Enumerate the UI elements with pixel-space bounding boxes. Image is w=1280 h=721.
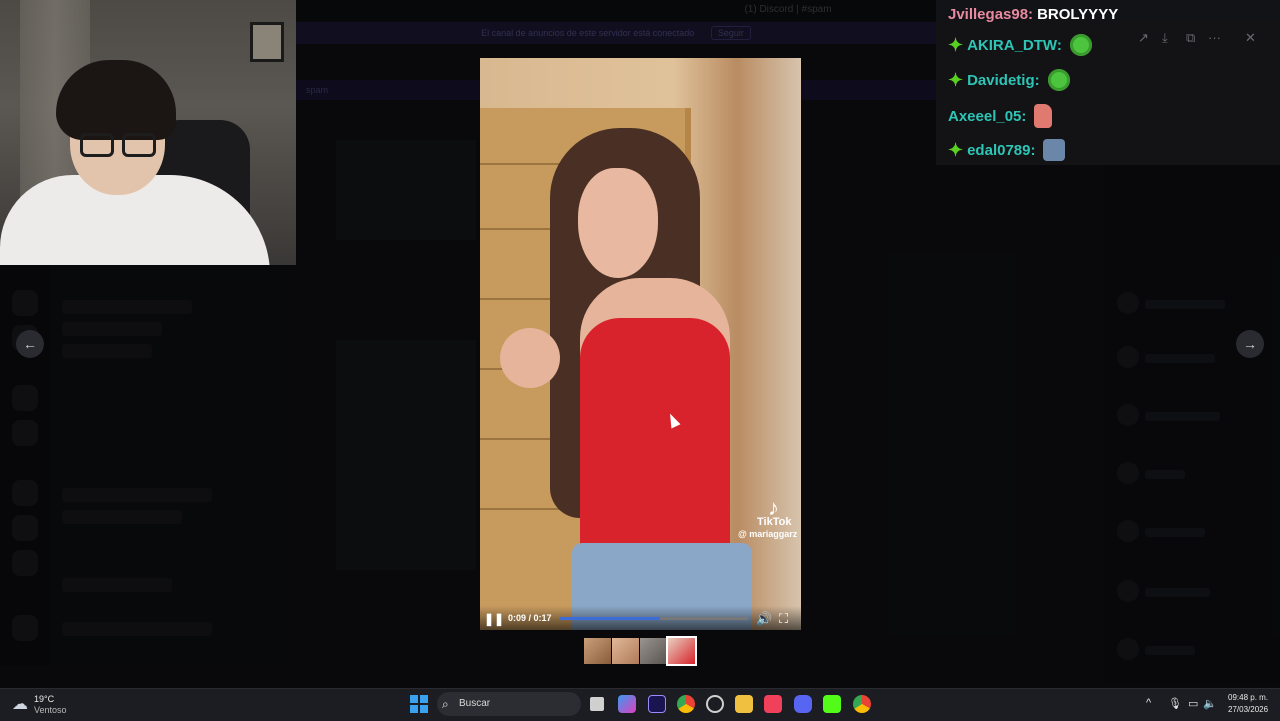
music-icon[interactable]	[764, 695, 782, 713]
glasses	[80, 133, 160, 159]
tiktok-brand: TikTok	[757, 516, 792, 528]
green-face-emote-icon	[1069, 34, 1092, 56]
copilot-icon[interactable]	[618, 695, 636, 713]
tiktok-username: @ mariaggarz	[738, 529, 798, 539]
weather-wind-icon[interactable]: ☁	[12, 694, 28, 714]
windows-taskbar	[0, 688, 1280, 721]
download-icon[interactable]: ⤓	[1162, 30, 1168, 46]
more-options-icon[interactable]: ···	[1208, 30, 1221, 45]
media-thumbnail-active[interactable]	[666, 636, 697, 666]
progress-bar[interactable]	[560, 617, 748, 620]
media-thumbnail-strip	[584, 636, 697, 666]
discord-icon[interactable]	[794, 695, 812, 713]
task-view-icon[interactable]	[590, 697, 604, 711]
premiere-icon[interactable]	[648, 695, 666, 713]
glasses-lens	[122, 133, 156, 157]
chat-text: BROLYYYY	[1037, 6, 1119, 23]
clock-date[interactable]: 27/03/2026	[1228, 705, 1268, 714]
chat-username: Davidetig:	[967, 71, 1040, 89]
speaker-icon[interactable]: 🔈	[1203, 697, 1217, 710]
kick-icon[interactable]	[823, 695, 841, 713]
chat-message: ✦ Davidetig:	[948, 69, 1070, 91]
volume-icon[interactable]: 🔊	[756, 611, 772, 627]
chat-username: edal0789:	[967, 141, 1036, 159]
windows-start-icon[interactable]	[410, 695, 428, 713]
close-icon[interactable]: ✕	[1245, 30, 1256, 46]
sub-badge-icon: ✦	[948, 69, 964, 90]
chevron-up-icon[interactable]: ^	[1146, 697, 1151, 709]
network-icon[interactable]: ▭	[1188, 697, 1198, 710]
media-thumbnail[interactable]	[612, 638, 639, 664]
video-player[interactable]: ♪ TikTok @ mariaggarz	[480, 58, 801, 630]
forward-icon[interactable]: ↗	[1138, 30, 1149, 46]
chat-message: Axeeel_05:	[948, 104, 1053, 128]
file-explorer-icon[interactable]	[735, 695, 753, 713]
chat-username: AKIRA_DTW:	[967, 36, 1062, 54]
search-placeholder: Buscar	[459, 698, 491, 709]
clock-time[interactable]: 09:48 p. m.	[1228, 693, 1268, 702]
red-top	[580, 318, 730, 558]
fullscreen-icon[interactable]: ⛶	[779, 611, 788, 627]
chat-message: ✦ AKIRA_DTW:	[948, 34, 1092, 56]
green-face-emote-icon	[1047, 69, 1070, 91]
chrome-profile-icon[interactable]	[853, 695, 871, 713]
previous-media-button[interactable]: ←	[16, 330, 44, 358]
patrick-emote-icon	[1034, 104, 1053, 128]
glasses-lens	[80, 133, 114, 157]
pause-icon[interactable]: ❚❚	[484, 612, 504, 626]
weather-desc[interactable]: Ventoso	[34, 705, 67, 715]
chat-username: Jvillegas98:	[948, 6, 1034, 23]
progress-fill	[560, 617, 660, 620]
media-thumbnail[interactable]	[584, 638, 611, 664]
chrome-icon[interactable]	[677, 695, 695, 713]
chat-message: ✦ edal0789:	[948, 139, 1066, 161]
woman-face	[578, 168, 658, 278]
sub-badge-icon: ✦	[948, 139, 964, 160]
man-emote-icon	[1043, 139, 1066, 161]
video-time: 0:09 / 0:17	[508, 613, 552, 623]
wall-picture-frame	[250, 22, 284, 62]
search-icon: ⌕	[442, 697, 449, 711]
sub-badge-icon: ✦	[948, 34, 964, 55]
open-in-browser-icon[interactable]: ⧉	[1186, 30, 1195, 46]
obs-icon[interactable]	[706, 695, 724, 713]
streamer-hair	[56, 60, 176, 140]
weather-temp[interactable]: 19°C	[34, 694, 54, 704]
chat-message: Jvillegas98: BROLYYYY	[948, 6, 1118, 23]
next-media-button[interactable]: →	[1236, 330, 1264, 358]
media-thumbnail[interactable]	[640, 638, 667, 664]
microphone-icon[interactable]: 🎙	[1168, 697, 1182, 710]
streamer-webcam	[0, 0, 296, 265]
woman-hand	[500, 328, 560, 388]
chat-username: Axeeel_05:	[948, 107, 1027, 125]
